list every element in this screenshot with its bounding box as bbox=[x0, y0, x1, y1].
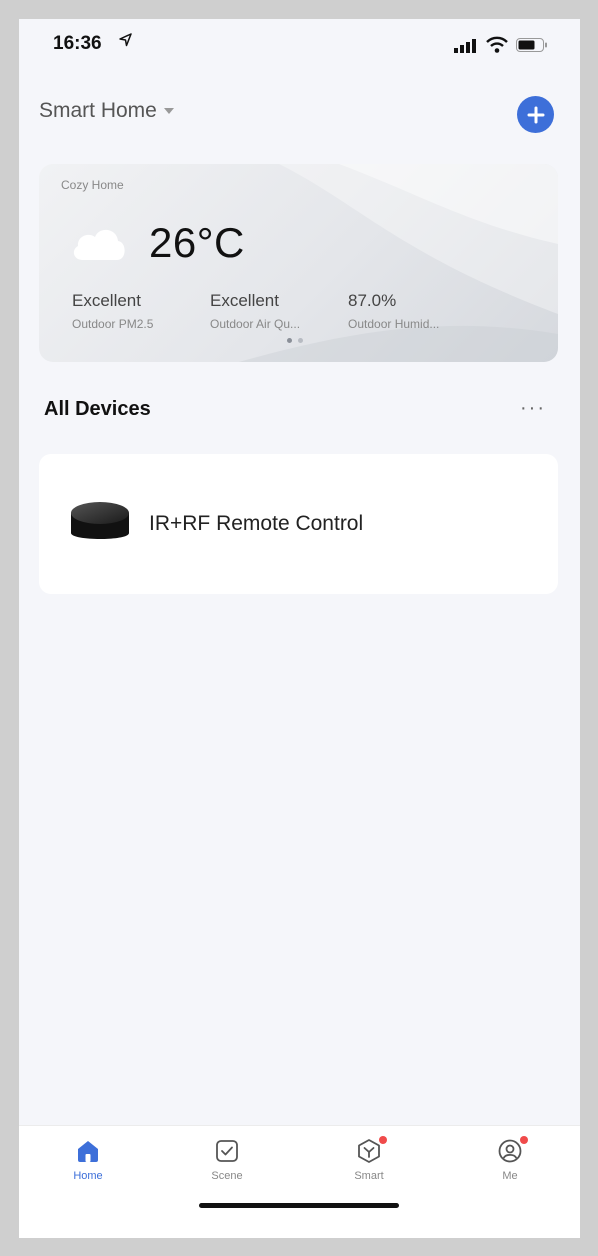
cloud-icon bbox=[73, 229, 125, 260]
cellular-signal-icon bbox=[454, 39, 476, 53]
notification-badge bbox=[520, 1136, 528, 1144]
home-indicator[interactable] bbox=[199, 1203, 399, 1208]
weather-card[interactable]: Cozy Home 26°C Excellent Outdoor PM2.5 E… bbox=[39, 164, 558, 362]
battery-icon bbox=[516, 38, 547, 52]
stat-value: Excellent bbox=[210, 291, 279, 310]
stat-value: Excellent bbox=[72, 291, 141, 310]
home-name: Smart Home bbox=[39, 99, 157, 122]
stat-label: Outdoor Air Qu... bbox=[210, 317, 301, 331]
tab-label: Home bbox=[73, 1170, 103, 1182]
tab-bar: Home Scene Smart Me bbox=[19, 1125, 580, 1238]
wifi-icon bbox=[486, 36, 508, 53]
tab-label: Scene bbox=[211, 1170, 243, 1182]
device-card[interactable]: IR+RF Remote Control bbox=[39, 454, 558, 594]
plus-icon bbox=[527, 106, 544, 123]
home-selector[interactable]: Smart Home bbox=[39, 99, 175, 123]
caret-down-icon bbox=[163, 108, 174, 114]
add-button[interactable] bbox=[517, 96, 554, 133]
tab-me[interactable]: Me bbox=[465, 1136, 555, 1182]
more-options-button[interactable]: ··· bbox=[520, 397, 546, 420]
notification-badge bbox=[379, 1136, 387, 1144]
me-icon bbox=[498, 1139, 522, 1163]
page-indicator bbox=[287, 338, 303, 343]
stat-label: Outdoor PM2.5 bbox=[72, 317, 154, 331]
home-icon bbox=[78, 1141, 98, 1162]
stat-pm25: Excellent Outdoor PM2.5 bbox=[72, 291, 153, 331]
status-time: 16:36 bbox=[53, 33, 102, 54]
device-name: IR+RF Remote Control bbox=[149, 512, 364, 535]
stat-label: Outdoor Humid... bbox=[348, 317, 440, 331]
app-screen: 16:36 Smart Home Cozy Home 26°C Excellen… bbox=[19, 19, 580, 1238]
page-dot-active bbox=[287, 338, 292, 343]
stat-humidity: 87.0% Outdoor Humid... bbox=[348, 291, 439, 331]
tab-scene[interactable]: Scene bbox=[182, 1138, 272, 1182]
status-bar: 16:36 bbox=[19, 19, 580, 75]
page-dot bbox=[298, 338, 303, 343]
temperature: 26°C bbox=[149, 219, 245, 266]
card-title: Cozy Home bbox=[61, 178, 124, 192]
card-background-waves bbox=[239, 164, 558, 362]
tab-smart[interactable]: Smart bbox=[324, 1136, 414, 1182]
scene-icon bbox=[216, 1140, 238, 1162]
location-arrow-icon bbox=[119, 33, 132, 47]
stat-value: 87.0% bbox=[348, 291, 397, 310]
smart-icon bbox=[358, 1139, 380, 1163]
tab-label: Me bbox=[502, 1170, 518, 1182]
tab-label: Smart bbox=[354, 1170, 384, 1182]
section-title: All Devices bbox=[44, 398, 151, 420]
remote-control-device-icon bbox=[71, 502, 129, 539]
stat-air-quality: Excellent Outdoor Air Qu... bbox=[210, 291, 300, 331]
tab-home[interactable]: Home bbox=[43, 1138, 133, 1182]
